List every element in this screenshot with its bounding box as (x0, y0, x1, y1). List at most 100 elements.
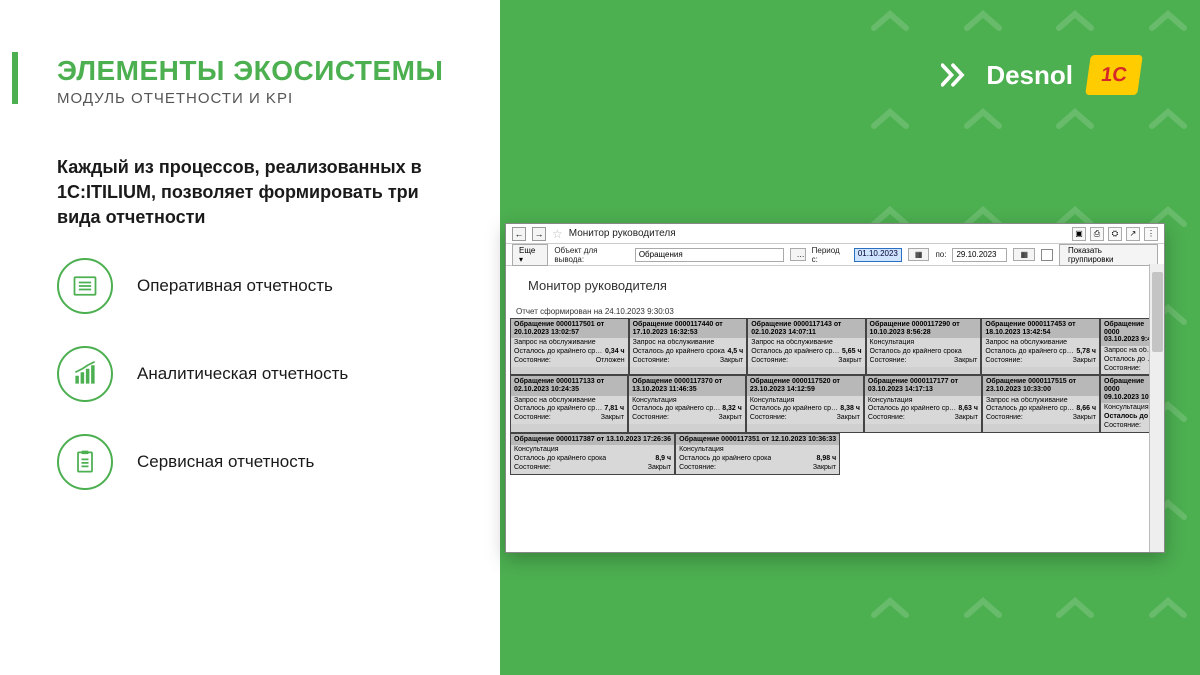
report-tile[interactable]: Обращение 0000117520 от 23.10.2023 14:12… (746, 375, 864, 432)
report-body: Монитор руководителя Отчет сформирован н… (506, 266, 1164, 552)
output-input[interactable] (635, 248, 784, 262)
tile-state-value: Закрыт (837, 414, 860, 423)
print-icon[interactable]: ⎙ (1090, 227, 1104, 241)
report-tile[interactable]: Обращение 0000117501 от 20.10.2023 13:02… (510, 318, 629, 375)
report-tile[interactable]: Обращение 0000117351 от 12.10.2023 10:36… (675, 433, 840, 475)
tile-remain-label: Осталось до крайнего срока (514, 455, 606, 464)
calendar-to-button[interactable]: ▦ (1013, 248, 1035, 261)
tile-body: Запрос на обслуживаниеОсталось до крайне… (748, 338, 864, 366)
tile-state-value: Закрыт (838, 357, 861, 366)
tile-remain-label: Осталось до крайнего срока (679, 455, 771, 464)
forward-button[interactable]: → (532, 227, 546, 241)
tile-remain-value: 8,66 ч (1076, 405, 1096, 414)
tile-state-label: Состояние: (514, 357, 551, 366)
more-icon[interactable]: ⋮ (1144, 227, 1158, 241)
tile-type: Консультация (750, 397, 795, 406)
tile-state-value: Закрыт (955, 414, 978, 423)
calendar-from-button[interactable]: ▦ (908, 248, 930, 261)
bullet-label: Сервисная отчетность (137, 452, 314, 472)
tile-type: Запрос на обслуживание (985, 339, 1067, 348)
report-tile[interactable]: Обращение 0000117133 от 02.10.2023 10:24… (510, 375, 628, 432)
report-tile[interactable]: Обращение 0000117515 от 23.10.2023 10:33… (982, 375, 1100, 432)
period-label: Период с: (812, 246, 848, 264)
tile-remain-value: 4,5 ч (727, 348, 743, 357)
tile-title: Обращение 0000117520 от 23.10.2023 14:12… (747, 376, 863, 395)
scrollbar-thumb[interactable] (1152, 272, 1163, 352)
tile-remain-value: 8,9 ч (655, 455, 671, 464)
tile-title: Обращение 0000117177 от 03.10.2023 14:17… (865, 376, 981, 395)
tile-state-value: Закрыт (719, 414, 742, 423)
tile-remain-label: Осталось до крайнего срока (514, 348, 605, 357)
bullet-list: Оперативная отчетность Аналитическая отч… (57, 258, 348, 490)
tile-title: Обращение 0000117143 от 02.10.2023 14:07… (748, 319, 864, 338)
tile-body: КонсультацияОсталось до крайнего срока8,… (629, 396, 745, 424)
date-to-input[interactable] (952, 248, 1007, 262)
link-icon[interactable]: ↗ (1126, 227, 1140, 241)
save-icon[interactable]: ▣ (1072, 227, 1086, 241)
report-tile[interactable]: Обращение 0000117177 от 03.10.2023 14:17… (864, 375, 982, 432)
settings-icon[interactable]: ⛭ (1108, 227, 1122, 241)
tile-state-label: Состояние: (870, 357, 907, 366)
tile-state-label: Состояние: (868, 414, 905, 423)
bullet-service: Сервисная отчетность (57, 434, 348, 490)
to-label: по: (935, 250, 946, 259)
tile-type: Запрос на обслуживание (514, 339, 596, 348)
report-tiles: Обращение 0000117501 от 20.10.2023 13:02… (510, 318, 1160, 475)
tile-title: Обращение 0000117387 от 13.10.2023 17:26… (511, 434, 674, 446)
back-button[interactable]: ← (512, 227, 526, 241)
tile-remain-label: Осталось до крайнего срока (985, 348, 1076, 357)
tile-state-label: Состояние: (1104, 365, 1141, 374)
toolbar: Еще ▾ Объект для вывода: … Период с: 01.… (506, 244, 1164, 266)
show-groupings-button[interactable]: Показать группировки (1059, 244, 1158, 266)
report-tile[interactable]: Обращение 0000117440 от 17.10.2023 16:32… (629, 318, 748, 375)
report-tile[interactable]: Обращение 0000117143 от 02.10.2023 14:07… (747, 318, 865, 375)
clipboard-icon (57, 434, 113, 490)
tile-state-label: Состояние: (1104, 422, 1141, 431)
report-tile[interactable]: Обращение 0000117387 от 13.10.2023 17:26… (510, 433, 675, 475)
toolbar-checkbox[interactable] (1041, 249, 1053, 261)
tile-remain-value: 8,98 ч (817, 455, 837, 464)
tile-state-label: Состояние: (633, 357, 670, 366)
date-from-input[interactable]: 01.10.2023 (854, 248, 902, 262)
tile-state-value: Закрыт (1073, 414, 1096, 423)
tile-state-label: Состояние: (986, 414, 1023, 423)
tile-state-value: Закрыт (720, 357, 743, 366)
more-button[interactable]: Еще ▾ (512, 244, 548, 266)
report-heading: Монитор руководителя (528, 278, 1160, 293)
tile-state-value: Закрыт (954, 357, 977, 366)
1c-logo-icon: 1C (1085, 55, 1143, 95)
output-picker-button[interactable]: … (790, 248, 806, 261)
vertical-scrollbar[interactable] (1149, 264, 1164, 552)
tile-title: Обращение 0000117501 от 20.10.2023 13:02… (511, 319, 628, 338)
tile-type: Запрос на обслуживание (986, 397, 1068, 406)
desnol-chevrons-icon (941, 60, 971, 90)
tile-row: Обращение 0000117501 от 20.10.2023 13:02… (510, 318, 1160, 375)
tile-state-label: Состояние: (750, 414, 787, 423)
tile-body: КонсультацияОсталось до крайнего срока8,… (747, 396, 863, 424)
tile-remain-label: Осталось до крайнего срока (868, 405, 958, 414)
tile-remain-value: 8,32 ч (722, 405, 742, 414)
window-header: ← → ☆ Монитор руководителя ▣ ⎙ ⛭ ↗ ⋮ (506, 224, 1164, 244)
report-tile[interactable]: Обращение 0000117453 от 18.10.2023 13:42… (981, 318, 1100, 375)
report-tile[interactable]: Обращение 0000117290 от 10.10.2023 8:56:… (866, 318, 982, 375)
report-tile[interactable]: Обращение 0000117370 от 13.10.2023 11:46… (628, 375, 746, 432)
tile-title: Обращение 0000117133 от 02.10.2023 10:24… (511, 376, 627, 395)
app-window: ← → ☆ Монитор руководителя ▣ ⎙ ⛭ ↗ ⋮ Еще… (505, 223, 1165, 553)
tile-remain-label: Осталось до крайнего срока (750, 405, 840, 414)
favorite-star-icon[interactable]: ☆ (552, 227, 563, 241)
tile-state-value: Закрыт (813, 464, 836, 473)
tile-type: Консультация (868, 397, 913, 406)
tile-state-label: Состояние: (751, 357, 788, 366)
tile-row: Обращение 0000117387 от 13.10.2023 17:26… (510, 433, 1160, 475)
slide-body-text: Каждый из процессов, реализованных в 1С:… (57, 155, 447, 231)
tile-body: Запрос на обслуживаниеОсталось до крайне… (983, 396, 1099, 424)
tile-title: Обращение 0000117290 от 10.10.2023 8:56:… (867, 319, 981, 338)
tile-body: Запрос на обслуживаниеОсталось до крайне… (630, 338, 747, 366)
tile-type: Запрос на обслуживание (751, 339, 833, 348)
tile-remain-label: Осталось до крайнего срока (986, 405, 1076, 414)
slide-subtitle: МОДУЛЬ ОТЧЕТНОСТИ И KPI (57, 90, 293, 107)
report-generated-timestamp: Отчет сформирован на 24.10.2023 9:30:03 (516, 307, 1160, 316)
tile-remain-value: 8,38 ч (840, 405, 860, 414)
bullet-analytical: Аналитическая отчетность (57, 346, 348, 402)
tile-body: КонсультацияОсталось до крайнего срока8,… (676, 445, 839, 473)
